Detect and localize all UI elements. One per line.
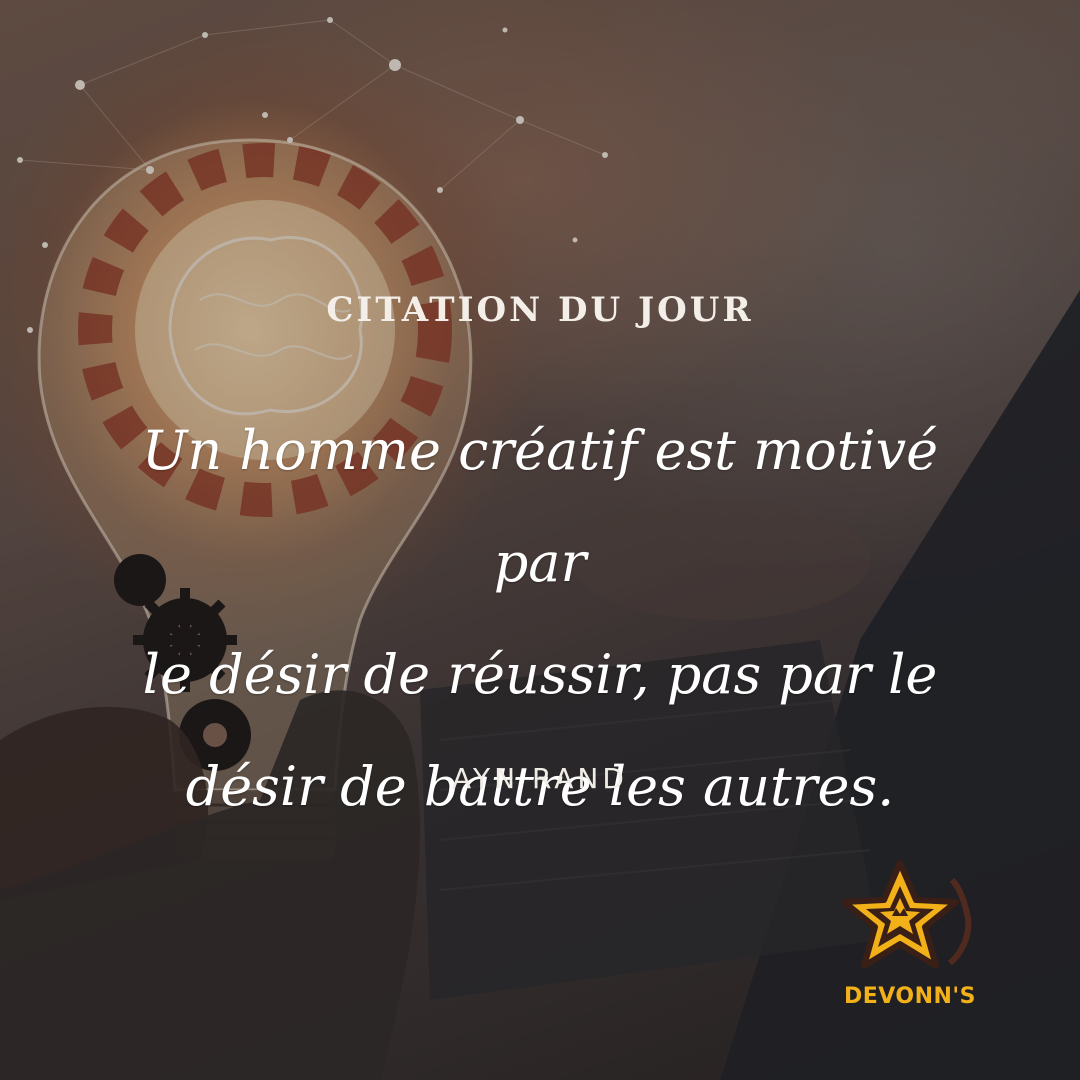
brand-logo: DEVONN'S	[840, 858, 980, 1018]
quote-line: le désir de réussir, pas par le	[142, 643, 938, 706]
quote-line: Un homme créatif est motivé par	[141, 419, 939, 594]
quote-post: CITATION DU JOUR Un homme créatif est mo…	[0, 0, 1080, 1080]
post-heading: CITATION DU JOUR	[326, 290, 754, 330]
star-logo-icon	[841, 860, 972, 969]
brand-name: DEVONN'S	[843, 984, 977, 1009]
quote-author: AYN RAND	[452, 762, 628, 795]
